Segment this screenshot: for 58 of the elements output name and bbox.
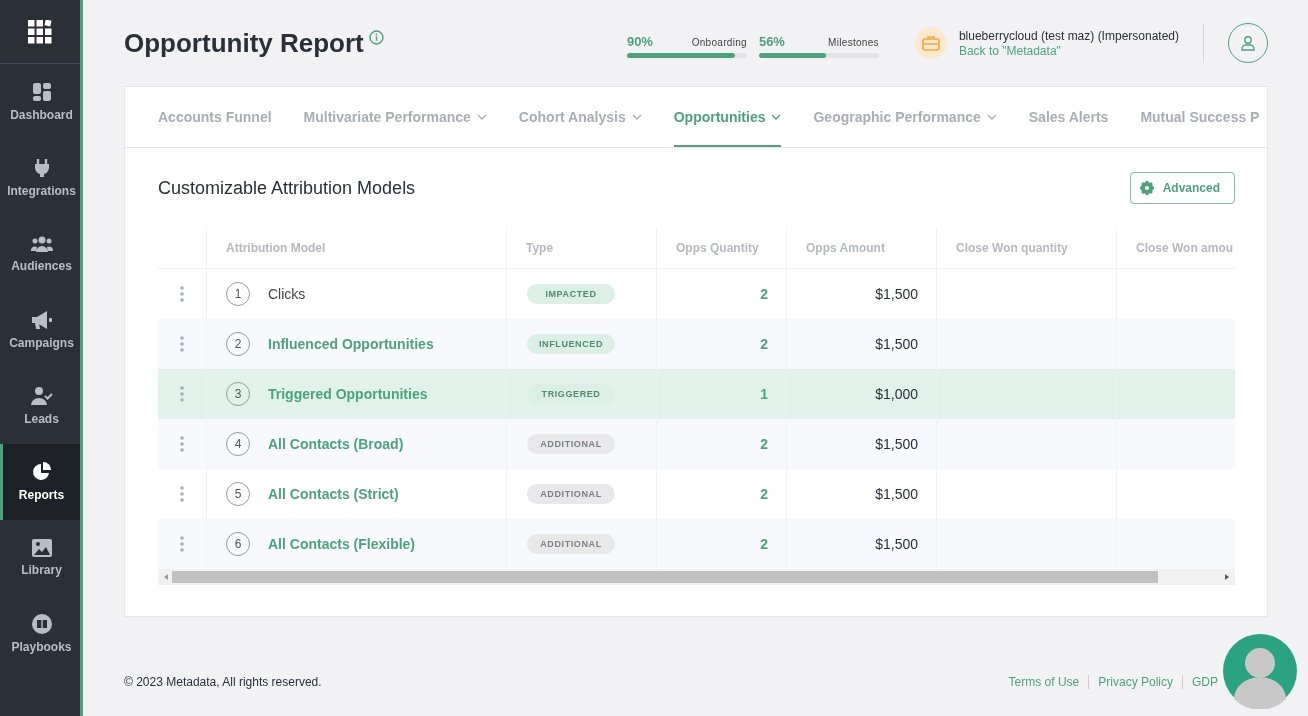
- copyright-text: © 2023 Metadata, All rights reserved.: [124, 675, 322, 689]
- table-cell: $1,500: [875, 336, 918, 352]
- tab[interactable]: Sales Alerts: [1028, 87, 1109, 147]
- column-header: Close Won quantity: [936, 228, 1116, 268]
- sidebar-item[interactable]: Dashboard: [0, 64, 80, 140]
- table-cell: 2: [760, 436, 768, 452]
- tab[interactable]: Multivariate Performance: [303, 87, 487, 147]
- type-tag: IMPACTED: [527, 284, 615, 304]
- column-header: Opps Amount: [786, 228, 936, 268]
- table-cell: $1,500: [875, 536, 918, 552]
- type-tag: ADDITIONAL: [527, 534, 615, 554]
- footer-link[interactable]: Privacy Policy: [1088, 675, 1182, 689]
- tab[interactable]: Geographic Performance: [813, 87, 997, 147]
- sidebar-item[interactable]: Leads: [0, 368, 80, 444]
- type-tag: TRIGGERED: [527, 384, 615, 404]
- tab[interactable]: Opportunities: [673, 87, 782, 147]
- table-cell: $1,500: [875, 286, 918, 302]
- table-cell: 2: [760, 486, 768, 502]
- type-tag: ADDITIONAL: [527, 484, 615, 504]
- type-tag: ADDITIONAL: [527, 434, 615, 454]
- progress-label: Milestones: [828, 37, 879, 48]
- table-cell: $1,500: [875, 486, 918, 502]
- model-link[interactable]: Influenced Opportunities: [268, 336, 434, 352]
- advanced-button[interactable]: Advanced: [1129, 172, 1235, 204]
- model-link[interactable]: All Contacts (Flexible): [268, 536, 416, 552]
- progress-percent: 56%: [758, 34, 785, 49]
- footer-link[interactable]: GDP: [1182, 675, 1220, 689]
- tab[interactable]: Cohort Analysis: [518, 87, 642, 147]
- section-title: Customizable Attribution Models: [158, 177, 416, 199]
- progress-label: Onboarding: [691, 37, 747, 48]
- type-tag: INFLUENCED: [527, 334, 615, 354]
- table-cell: 2: [760, 336, 768, 352]
- table-cell: $1,000: [875, 386, 918, 402]
- table-cell: $1,500: [875, 436, 918, 452]
- tab[interactable]: Accounts Funnel: [158, 87, 272, 147]
- model-link[interactable]: All Contacts (Strict): [268, 486, 399, 502]
- model-link[interactable]: All Contacts (Broad): [268, 436, 404, 452]
- sidebar-item[interactable]: Campaigns: [0, 292, 80, 368]
- account-name: blueberrycloud (test maz) (Impersonated): [958, 28, 1179, 43]
- progress-percent: 90%: [626, 34, 653, 49]
- column-header: Close Won amou: [1116, 228, 1234, 268]
- column-header: Opps Quantity: [656, 228, 786, 268]
- model-name: Clicks: [268, 286, 306, 302]
- column-header: Attribution Model: [206, 228, 506, 268]
- sidebar-item[interactable]: Playbooks: [0, 596, 80, 672]
- table-cell: 1: [760, 386, 768, 402]
- sidebar-item[interactable]: Audiences: [0, 216, 80, 292]
- table-cell: 2: [760, 286, 768, 302]
- table-cell: 2: [760, 536, 768, 552]
- sidebar-item[interactable]: Reports: [0, 444, 80, 520]
- footer-link[interactable]: Terms of Use: [999, 675, 1089, 689]
- column-header: Type: [506, 228, 656, 268]
- model-link[interactable]: Triggered Opportunities: [268, 386, 428, 402]
- back-link[interactable]: Back to "Metadata": [958, 43, 1179, 58]
- tab[interactable]: Mutual Success P: [1140, 87, 1260, 147]
- sidebar-item[interactable]: Library: [0, 520, 80, 596]
- sidebar-item[interactable]: Integrations: [0, 140, 80, 216]
- page-title: Opportunity Report: [124, 27, 364, 59]
